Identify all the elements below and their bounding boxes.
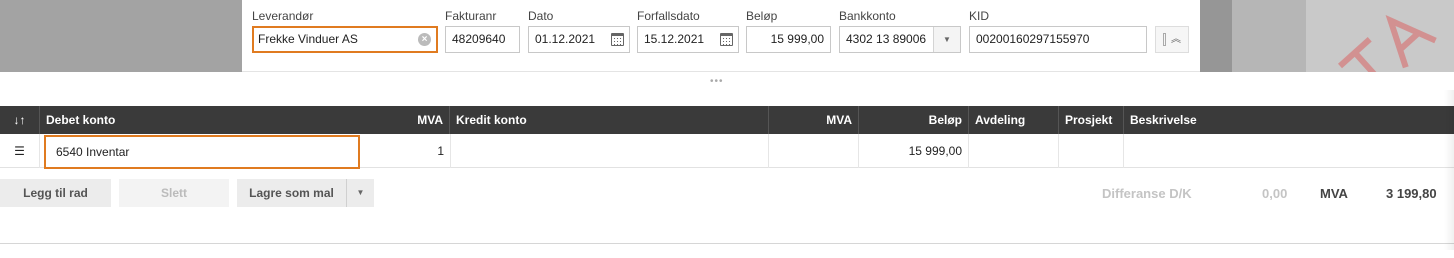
kid-value: 00200160297155970 [976,32,1090,46]
kid-label: KID [969,9,990,23]
collapse-header-button[interactable]: ︽ [1155,26,1189,53]
date-value: 01.12.2021 [535,32,596,46]
column-description[interactable]: Beskrivelse [1124,106,1454,134]
vat-debit-cell[interactable]: 1 [360,134,451,168]
due-date-value: 15.12.2021 [644,32,705,46]
add-row-button[interactable]: Legg til rad [0,179,111,207]
right-overlay-panel [1200,0,1232,72]
column-label: Prosjekt [1065,113,1113,127]
grid-header: ↓↑ Debet konto MVA Kredit konto MVA Belø… [0,106,1454,134]
column-label: MVA [826,113,852,127]
debit-account-editor[interactable]: 6540 Inventar [44,135,360,169]
sort-arrows-icon[interactable]: ↓↑ [0,106,40,134]
cell-value: 15 999,00 [908,144,962,158]
calendar-icon[interactable] [720,33,733,46]
difference-value: 0,00 [1262,186,1288,201]
description-cell[interactable] [1124,134,1454,168]
column-label: Debet konto [46,113,116,127]
vat-total-label: MVA [1320,186,1348,201]
column-label: Beløp [928,113,962,127]
due-date-input[interactable]: 15.12.2021 [637,26,739,53]
due-date-label: Forfallsdato [637,9,700,23]
bank-account-value: 4302 13 89006 [846,32,927,46]
bank-account-label: Bankkonto [839,9,896,23]
column-department[interactable]: Avdeling [969,106,1059,134]
save-as-template-button[interactable]: Lagre som mal [237,179,346,207]
amount-input[interactable]: 15 999,00 [746,26,831,53]
amount-cell[interactable]: 15 999,00 [859,134,969,168]
drag-handle-icon[interactable]: ☰ [0,134,40,168]
column-amount[interactable]: Beløp [859,106,969,134]
more-dots-icon[interactable]: ••• [710,76,724,87]
column-credit-account[interactable]: Kredit konto [450,106,769,134]
chevron-down-icon[interactable]: ▼ [346,179,374,207]
panel-bottom-border [0,243,1454,244]
date-label: Dato [528,9,554,23]
difference-label: Differanse D/K [1102,186,1192,201]
chevron-up-icon: ︽ [1171,34,1181,45]
column-vat-debit[interactable]: MVA [360,106,450,134]
column-label: MVA [417,113,443,127]
delete-button[interactable]: Slett [119,179,229,207]
column-label: Beskrivelse [1130,113,1197,127]
calendar-icon[interactable] [611,33,624,46]
column-label: Kredit konto [456,113,527,127]
vat-total-value: 3 199,80 [1386,186,1437,201]
credit-account-cell[interactable] [451,134,769,168]
invoice-number-label: Fakturanr [445,9,497,23]
invoice-header-panel: Leverandør Frekke Vinduer AS × Fakturanr… [242,0,1200,72]
date-input[interactable]: 01.12.2021 [528,26,630,53]
chevron-down-icon[interactable]: ▼ [933,27,960,52]
column-label: Avdeling [975,113,1026,127]
kid-input[interactable]: 00200160297155970 [969,26,1147,53]
amount-label: Beløp [746,9,778,23]
invoice-number-input[interactable]: 48209640 [445,26,520,53]
bank-account-select[interactable]: 4302 13 89006 ▼ [839,26,961,53]
left-overlay-panel [0,0,242,72]
panel-bar-icon [1163,32,1166,46]
column-project[interactable]: Prosjekt [1059,106,1124,134]
clear-circle-icon[interactable]: × [418,33,431,46]
vat-credit-cell[interactable] [769,134,859,168]
invoice-number-value: 48209640 [452,32,506,46]
document-preview-thumbnail[interactable] [1306,0,1454,72]
department-cell[interactable] [969,134,1059,168]
project-cell[interactable] [1059,134,1124,168]
amount-value: 15 999,00 [770,32,824,46]
supplier-value: Frekke Vinduer AS [258,32,358,46]
supplier-input[interactable]: Frekke Vinduer AS × [252,26,438,53]
debit-account-value: 6540 Inventar [56,145,130,159]
cell-value: 1 [437,144,444,158]
panel-shadow [1444,90,1454,250]
right-overlay-panel-2 [1232,0,1306,72]
supplier-label: Leverandør [252,9,314,23]
column-vat-credit[interactable]: MVA [769,106,859,134]
stamp-watermark [1337,15,1437,72]
